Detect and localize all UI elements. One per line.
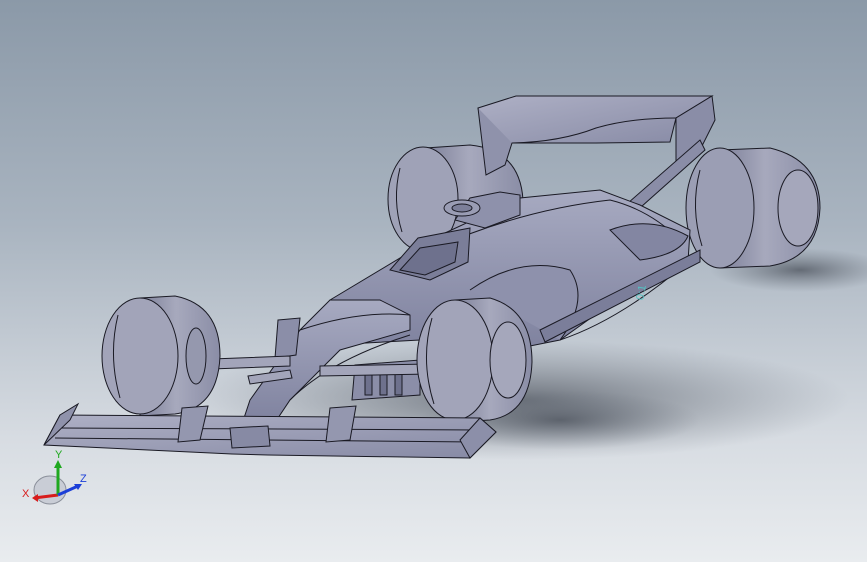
- car-model-view[interactable]: 0:1 X Y Z: [0, 0, 867, 562]
- front-left-tire[interactable]: [101, 295, 221, 417]
- triad-x-label: X: [22, 488, 30, 500]
- orientation-triad[interactable]: X Y Z: [22, 449, 87, 505]
- triad-z-label: Z: [80, 473, 87, 485]
- dimension-annotation: 0:1: [634, 284, 648, 301]
- triad-y-label: Y: [55, 449, 63, 461]
- graphics-viewport[interactable]: 0:1 X Y Z: [0, 0, 867, 562]
- rear-right-tire[interactable]: [685, 147, 821, 269]
- triad-origin-icon: [33, 475, 67, 505]
- front-right-tire[interactable]: [416, 297, 533, 423]
